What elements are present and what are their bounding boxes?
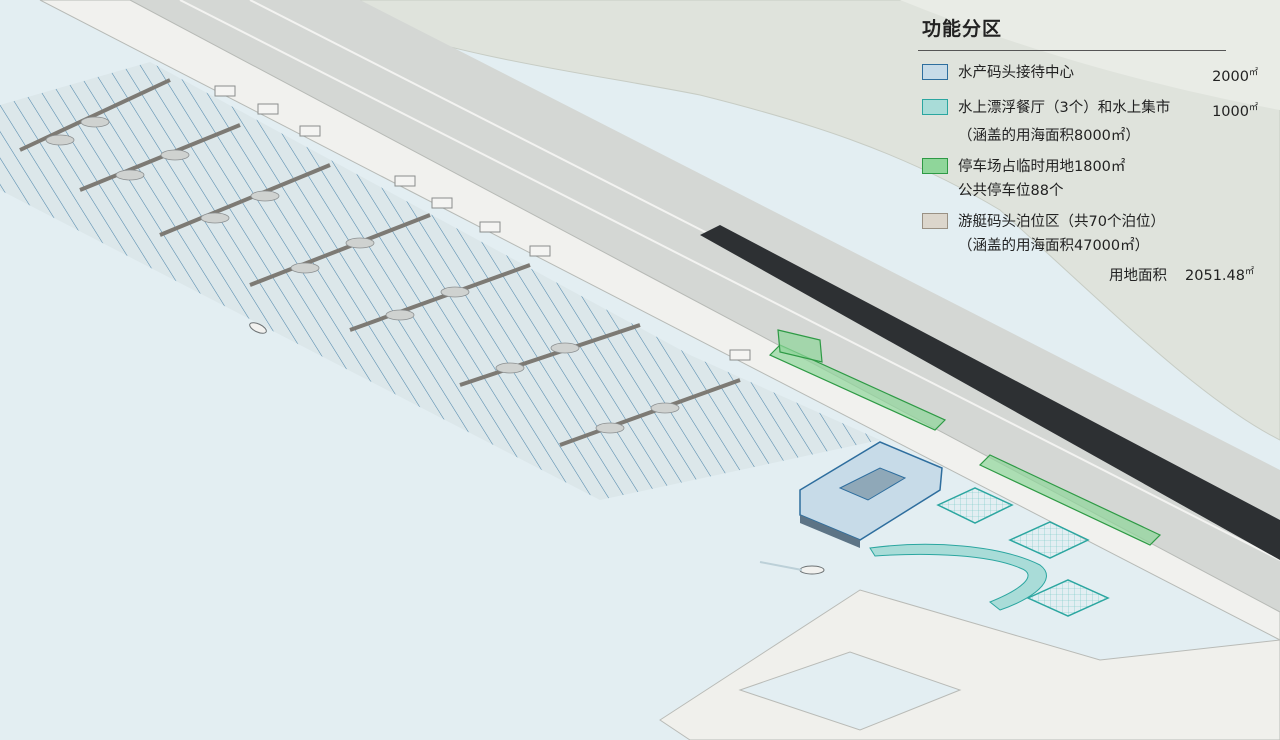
legend-label-restaurant: 水上漂浮餐厅（3个）和水上集市	[958, 99, 1171, 116]
legend-item-reception: 水产码头接待中心 2000㎡	[918, 61, 1258, 89]
total-unit: ㎡	[1244, 266, 1254, 277]
legend-item-restaurant: 水上漂浮餐厅（3个）和水上集市 1000㎡ （涵盖的用海面积8000㎡）	[918, 96, 1258, 148]
legend-item-berths: 游艇码头泊位区（共70个泊位） （涵盖的用海面积47000㎡）	[918, 210, 1258, 258]
legend-label-parking: 停车场占临时用地1800㎡	[958, 158, 1126, 175]
legend-value-restaurant: 1000	[1212, 103, 1249, 120]
legend-note-restaurant: （涵盖的用海面积8000㎡）	[958, 127, 1140, 144]
legend-swatch-reception	[922, 64, 948, 80]
legend-total: 用地面积 2051.48㎡	[918, 264, 1254, 285]
legend-swatch-restaurant	[922, 98, 948, 115]
legend-swatch-berths	[922, 212, 948, 229]
total-value: 2051.48	[1185, 267, 1245, 284]
legend-note-parking: 公共停车位88个	[958, 182, 1064, 199]
legend-value-reception: 2000	[1212, 68, 1249, 85]
total-label: 用地面积	[1109, 267, 1168, 284]
legend-swatch-parking	[922, 157, 948, 174]
legend-item-parking: 停车场占临时用地1800㎡ 公共停车位88个	[918, 155, 1258, 203]
legend-title: 功能分区	[922, 18, 1003, 40]
legend-unit-reception: ㎡	[1248, 68, 1258, 78]
legend-label-berths: 游艇码头泊位区（共70个泊位）	[958, 213, 1165, 230]
legend-note-berths: （涵盖的用海面积47000㎡）	[958, 237, 1150, 254]
masterplan-diagram: 功能分区 水产码头接待中心 2000㎡ 水上漂浮餐厅（3个）和水上集市 1000㎡ …	[0, 0, 1280, 740]
legend-divider	[918, 50, 1226, 51]
legend-panel: 功能分区 水产码头接待中心 2000㎡ 水上漂浮餐厅（3个）和水上集市 1000㎡ …	[918, 14, 1258, 285]
legend-unit-restaurant: ㎡	[1248, 102, 1258, 113]
legend-label-reception: 水产码头接待中心	[958, 65, 1074, 81]
